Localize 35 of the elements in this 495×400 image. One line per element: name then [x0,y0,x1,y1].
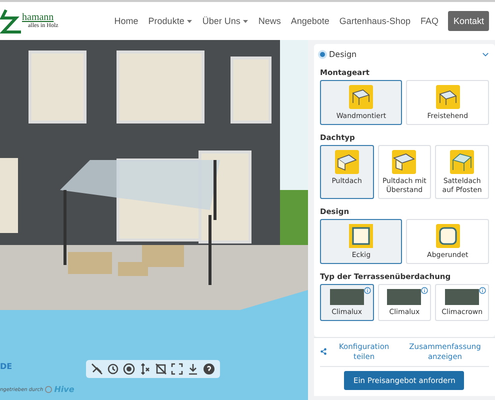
nav-link[interactable]: Gartenhaus-Shop [339,16,410,26]
nav-link[interactable]: FAQ [420,16,438,26]
photo-placeholder [445,289,480,306]
freestanding-canopy-icon [436,85,460,109]
height-icon [139,363,151,375]
history-icon [107,363,119,375]
brand-icon [45,386,52,393]
nav-link[interactable]: Home [114,16,138,26]
section-title: Design [329,50,358,59]
caret-icon [243,20,248,22]
help-icon [203,363,215,375]
chevron-icon[interactable] [482,52,489,57]
nav-link[interactable]: Über Uns [202,16,248,26]
wall-canopy-icon [349,85,374,109]
photo-placeholder [330,289,364,306]
nav-link[interactable]: Angebote [290,16,330,26]
rounded-frame-icon [436,224,460,248]
logo-icon [0,8,22,34]
info-icon[interactable] [421,287,428,294]
gable-roof-icon [450,150,474,174]
section-dot [320,52,325,57]
info-icon[interactable] [478,287,486,294]
share-icon[interactable] [320,348,327,356]
logo-name: hamann [22,13,54,23]
nav-link[interactable]: Produkte [148,16,192,26]
overhang-roof-icon [392,150,416,174]
nav-link[interactable]: News [258,16,281,26]
photo-placeholder [387,289,422,306]
caret-icon [187,20,192,22]
square-frame-icon [349,224,374,248]
mono-roof-icon [334,150,359,174]
nav-link[interactable]: Kontakt [448,11,489,31]
download-icon [187,363,199,375]
fullscreen-icon [171,363,183,375]
info-icon[interactable] [364,287,371,294]
